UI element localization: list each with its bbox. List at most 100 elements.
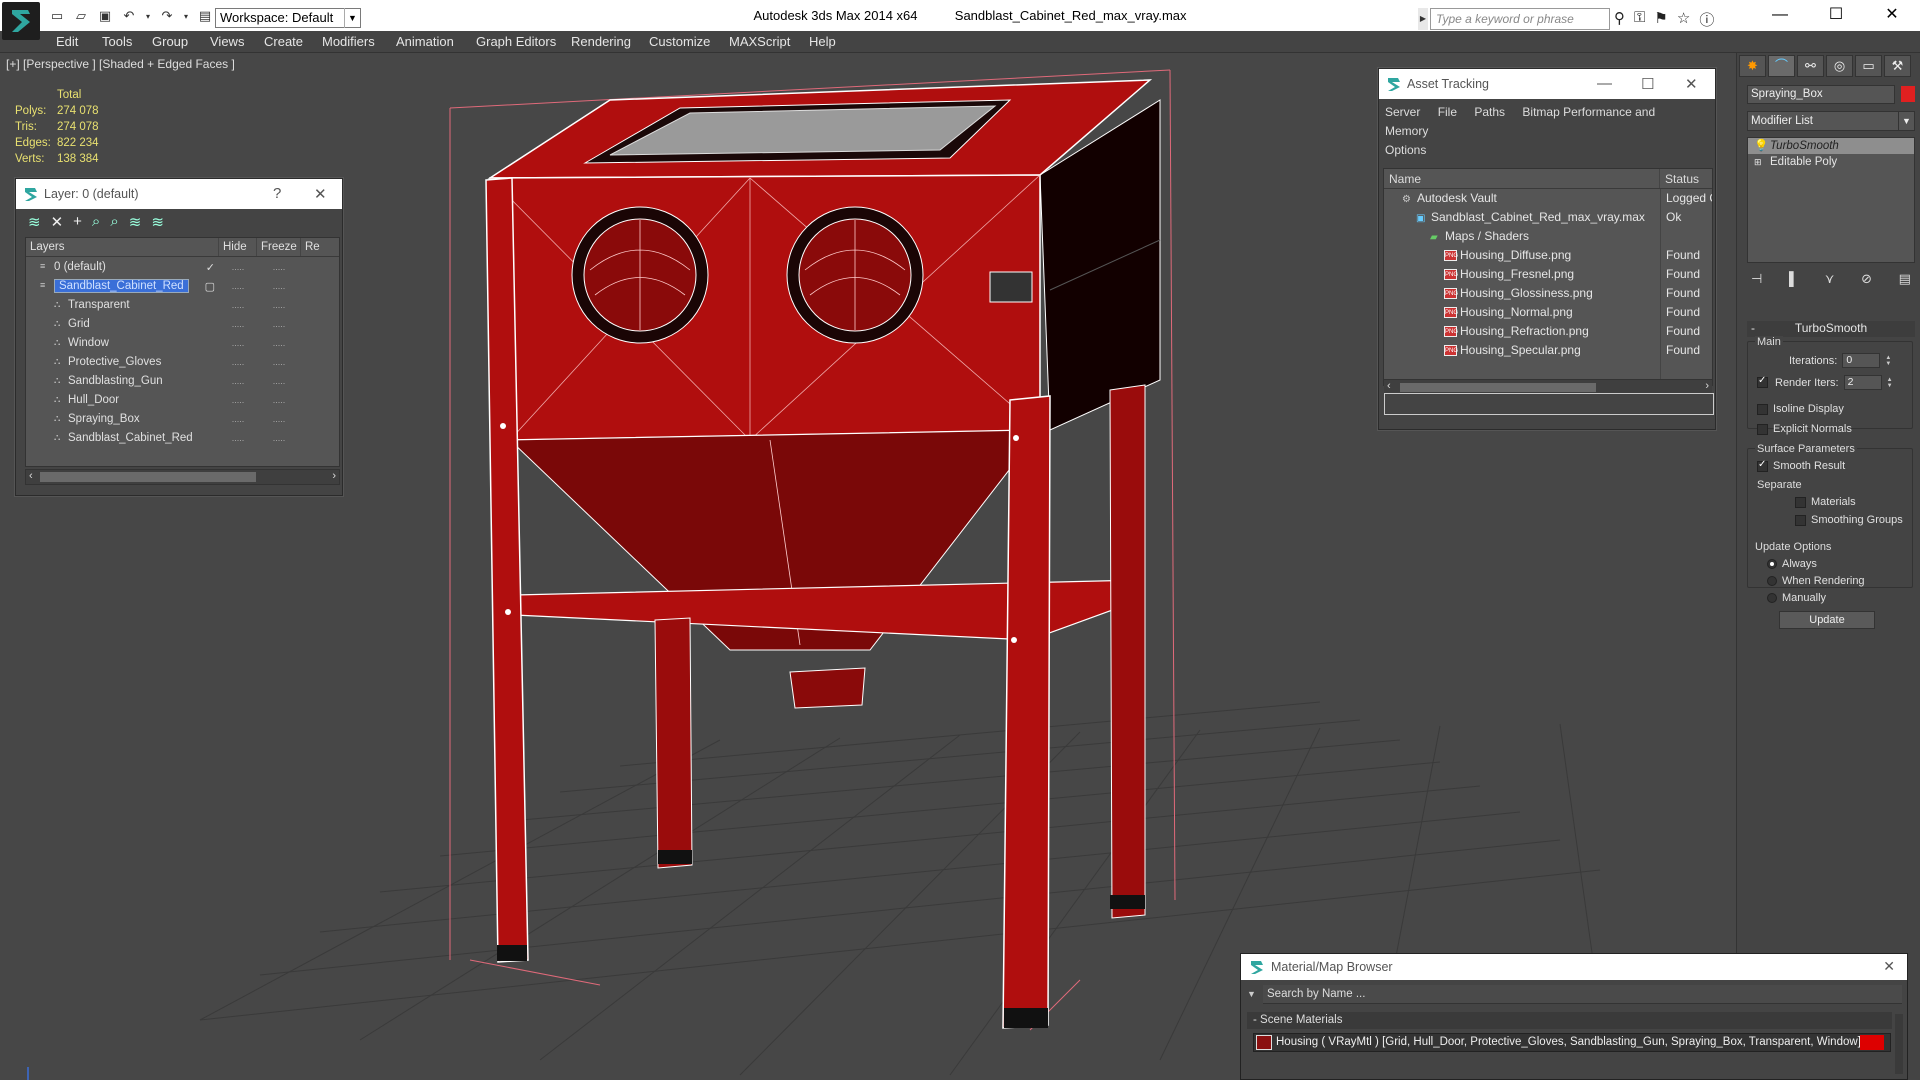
stack-item-turbosmooth[interactable]: 💡 TurboSmooth [1748,138,1914,154]
when-rendering-radio[interactable] [1767,576,1777,586]
render-iters-spinner[interactable]: 2 [1843,375,1882,390]
hide-toggle[interactable]: ..... [219,433,257,443]
motion-tab-icon[interactable]: ◎ [1826,55,1853,77]
asset-path-field[interactable] [1384,393,1714,415]
render-iters-checkbox[interactable] [1757,375,1768,388]
asset-window-header[interactable]: Asset Tracking — ☐ ✕ [1379,69,1715,99]
app-logo-button[interactable] [2,2,40,40]
layer-name-cell[interactable]: ⛬ Grid [26,318,219,330]
menu-help[interactable]: Help [809,34,836,49]
menu-customize[interactable]: Customize [649,34,710,49]
communication-icon[interactable]: ⚑ [1654,9,1667,30]
smoothing-groups-checkbox[interactable] [1795,514,1806,526]
scroll-right-icon[interactable]: › [332,470,336,482]
search-options-icon[interactable]: ▼ [1247,989,1263,999]
maximize-icon[interactable]: ☐ [1808,0,1864,30]
materials-checkbox[interactable] [1795,496,1806,508]
layer-name-cell[interactable]: ⛬ Transparent [26,299,219,311]
asset-scroll-thumb[interactable] [1400,383,1596,392]
asset-row[interactable]: PNG Housing_Specular.png Found [1384,341,1712,360]
manually-radio[interactable] [1767,593,1777,603]
menu-create[interactable]: Create [264,34,303,49]
scroll-left-icon[interactable]: ‹ [29,470,33,482]
iterations-spinner[interactable]: 0 [1842,353,1881,368]
subscription-icon[interactable]: ⚿ [1634,9,1645,30]
menu-edit[interactable]: Edit [56,34,78,49]
binoculars-icon[interactable]: ⚲ [1614,9,1625,30]
always-radio[interactable] [1767,559,1777,569]
asset-maximize-icon[interactable]: ☐ [1641,75,1654,93]
layer-name-cell[interactable]: ⛬ Protective_Gloves [26,356,219,368]
lightbulb-icon[interactable]: 💡 [1754,138,1768,154]
hide-toggle[interactable]: ..... [219,338,257,348]
asset-menu-file[interactable]: File [1438,105,1457,119]
menu-rendering[interactable]: Rendering [571,34,631,49]
highlight-layer-icon[interactable]: ⌕ [110,213,118,233]
select-layer-objects-icon[interactable]: ⌕ [92,213,100,233]
freeze-toggle[interactable]: ..... [257,319,301,329]
asset-row[interactable]: PNG Housing_Diffuse.png Found [1384,246,1712,265]
hierarchy-tab-icon[interactable]: ⚯ [1797,55,1824,77]
hide-toggle[interactable]: ..... [219,414,257,424]
render-iters-spinner-arrows-icon[interactable]: ▲ ▼ [1887,377,1895,389]
col-layers[interactable]: Layers [26,238,219,256]
hide-toggle[interactable]: ..... [219,357,257,367]
close-icon[interactable]: ✕ [1864,0,1920,30]
scene-materials-header[interactable]: - Scene Materials [1247,1012,1892,1029]
freeze-toggle[interactable]: ..... [257,300,301,310]
material-browser-close-icon[interactable]: ✕ [1883,958,1895,975]
menu-animation[interactable]: Animation [396,34,454,49]
asset-row[interactable]: ▰ Maps / Shaders [1384,227,1712,246]
minimize-icon[interactable]: — [1752,0,1808,30]
freeze-toggle[interactable]: ..... [257,281,301,291]
isoline-checkbox[interactable] [1757,403,1768,415]
menu-maxscript[interactable]: MAXScript [729,34,790,49]
asset-row[interactable]: PNG Housing_Glossiness.png Found [1384,284,1712,303]
layer-row[interactable]: ⛬ Sandblast_Cabinet_Red.......... [26,428,339,447]
col-render[interactable]: Re [301,238,331,256]
asset-scroll-right-icon[interactable]: › [1705,380,1709,392]
col-status[interactable]: Status [1660,169,1712,188]
material-vertical-scrollbar[interactable] [1895,1014,1903,1074]
hide-toggle[interactable]: ..... [219,376,257,386]
asset-row[interactable]: ▣ Sandblast_Cabinet_Red_max_vray.max Ok [1384,208,1712,227]
freeze-toggle[interactable]: ..... [257,338,301,348]
modifier-list-arrow-icon[interactable]: ▼ [1898,112,1914,130]
iterations-spinner-arrows-icon[interactable]: ▲ ▼ [1885,355,1893,367]
modifier-list-dropdown[interactable]: Modifier List ▼ [1747,111,1915,131]
scroll-thumb[interactable] [40,472,256,482]
asset-minimize-icon[interactable]: — [1597,75,1612,92]
freeze-toggle[interactable]: ..... [257,262,301,272]
menu-views[interactable]: Views [210,34,244,49]
layer-row[interactable]: ≡ Sandblast_Cabinet_Red ▢.......... [26,276,339,295]
set-current-layer-icon[interactable]: ▢ [205,280,215,293]
layer-row[interactable]: ⛬ Protective_Gloves.......... [26,352,339,371]
material-browser-header[interactable]: Material/Map Browser ✕ [1241,954,1907,980]
layer-row[interactable]: ⛬ Grid.......... [26,314,339,333]
layer-name-cell[interactable]: ⛬ Sandblasting_Gun [26,375,219,387]
hide-toggle[interactable]: ..... [219,262,257,272]
hide-toggle[interactable]: ..... [219,319,257,329]
viewport-label[interactable]: [+] [Perspective ] [Shaded + Edged Faces… [6,57,235,71]
explicit-normals-checkbox[interactable] [1757,423,1768,435]
hide-all-layers-icon[interactable]: ≋ [129,213,142,233]
make-unique-icon[interactable]: ⋎ [1825,271,1835,287]
asset-menu-options[interactable]: Options [1385,143,1426,157]
display-tab-icon[interactable]: ▭ [1855,55,1882,77]
col-freeze[interactable]: Freeze [257,238,301,256]
layer-row[interactable]: ⛬ Hull_Door.......... [26,390,339,409]
col-hide[interactable]: Hide [219,238,257,256]
menu-graph-editors[interactable]: Graph Editors [476,34,556,49]
expand-icon[interactable]: ⊞ [1754,154,1762,170]
layer-row[interactable]: ⛬ Window.......... [26,333,339,352]
hide-toggle[interactable]: ..... [219,395,257,405]
current-layer-check-icon[interactable]: ✓ [206,261,215,274]
search-expand-icon[interactable]: ▶ [1418,8,1428,30]
layer-window-header[interactable]: Layer: 0 (default) ? ✕ [16,179,342,209]
create-tab-icon[interactable]: ✸ [1739,55,1766,77]
asset-row[interactable]: PNG Housing_Fresnel.png Found [1384,265,1712,284]
layer-name-cell[interactable]: ⛬ Window [26,337,219,349]
freeze-toggle[interactable]: ..... [257,357,301,367]
pin-stack-icon[interactable]: ⊣ [1751,271,1762,287]
utilities-tab-icon[interactable]: ⚒ [1884,55,1911,77]
